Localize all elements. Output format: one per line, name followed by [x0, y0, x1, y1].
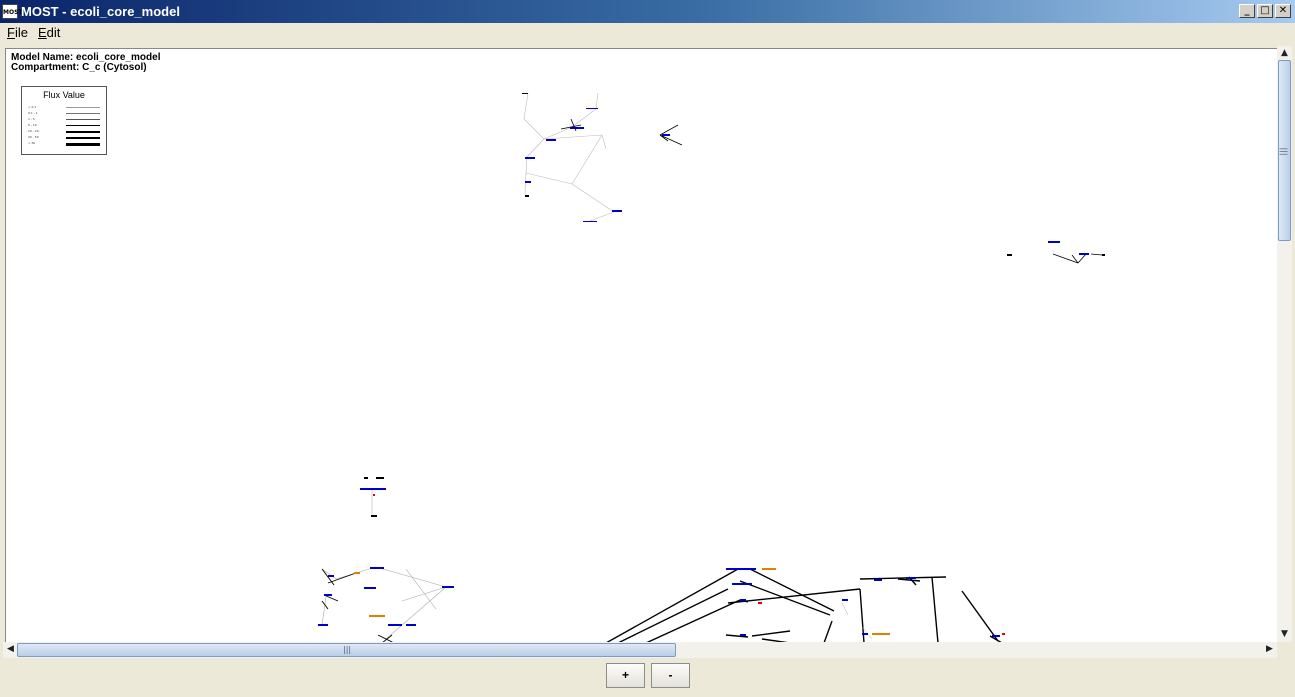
bottom-left-cluster — [321, 566, 447, 640]
top-nodes — [525, 108, 1089, 255]
window-title: MOST - ecoli_core_model — [21, 4, 180, 19]
menu-edit-label-rest: dit — [46, 25, 61, 40]
menu-edit-mnemonic: E — [38, 25, 47, 40]
thumb-grip-icon: ||| — [343, 645, 352, 654]
menu-file-label-rest: ile — [14, 25, 28, 40]
scroll-down-arrow-icon[interactable]: ▼ — [1277, 627, 1292, 642]
menu-file-mnemonic: F — [7, 25, 15, 40]
maximize-button[interactable]: □ — [1257, 4, 1273, 18]
scroll-up-arrow-icon[interactable]: ▲ — [1277, 46, 1292, 61]
thumb-grip-icon: ||| — [1279, 147, 1289, 156]
menu-bar: File Edit — [0, 23, 1295, 43]
horizontal-scroll-thumb[interactable]: ||| — [17, 643, 676, 657]
horizontal-scrollbar[interactable]: ◀ ||| ▶ — [3, 642, 1277, 658]
menu-file[interactable]: File — [7, 25, 28, 40]
title-bar: MOST MOST - ecoli_core_model _ □ ✕ — [0, 0, 1295, 23]
scroll-right-arrow-icon[interactable]: ▶ — [1262, 642, 1277, 657]
close-button[interactable]: ✕ — [1275, 4, 1291, 18]
menu-edit[interactable]: Edit — [38, 25, 60, 40]
app-logo-icon: MOST — [2, 4, 23, 19]
zoom-in-button[interactable]: + — [606, 663, 645, 688]
top-cluster — [523, 92, 615, 222]
scroll-left-arrow-icon[interactable]: ◀ — [3, 642, 18, 657]
vertical-scroll-thumb[interactable]: ||| — [1278, 60, 1291, 241]
minimize-button[interactable]: _ — [1239, 4, 1255, 18]
pathway-canvas[interactable]: Model Name: ecoli_core_model Compartment… — [5, 48, 1277, 642]
middle-cluster — [360, 477, 386, 517]
pathway-graph[interactable] — [6, 49, 1277, 642]
vertical-scrollbar[interactable]: ▲ ||| ▼ — [1277, 46, 1292, 642]
bottom-right-cluster — [606, 568, 1002, 642]
zoom-out-button[interactable]: - — [651, 663, 690, 688]
